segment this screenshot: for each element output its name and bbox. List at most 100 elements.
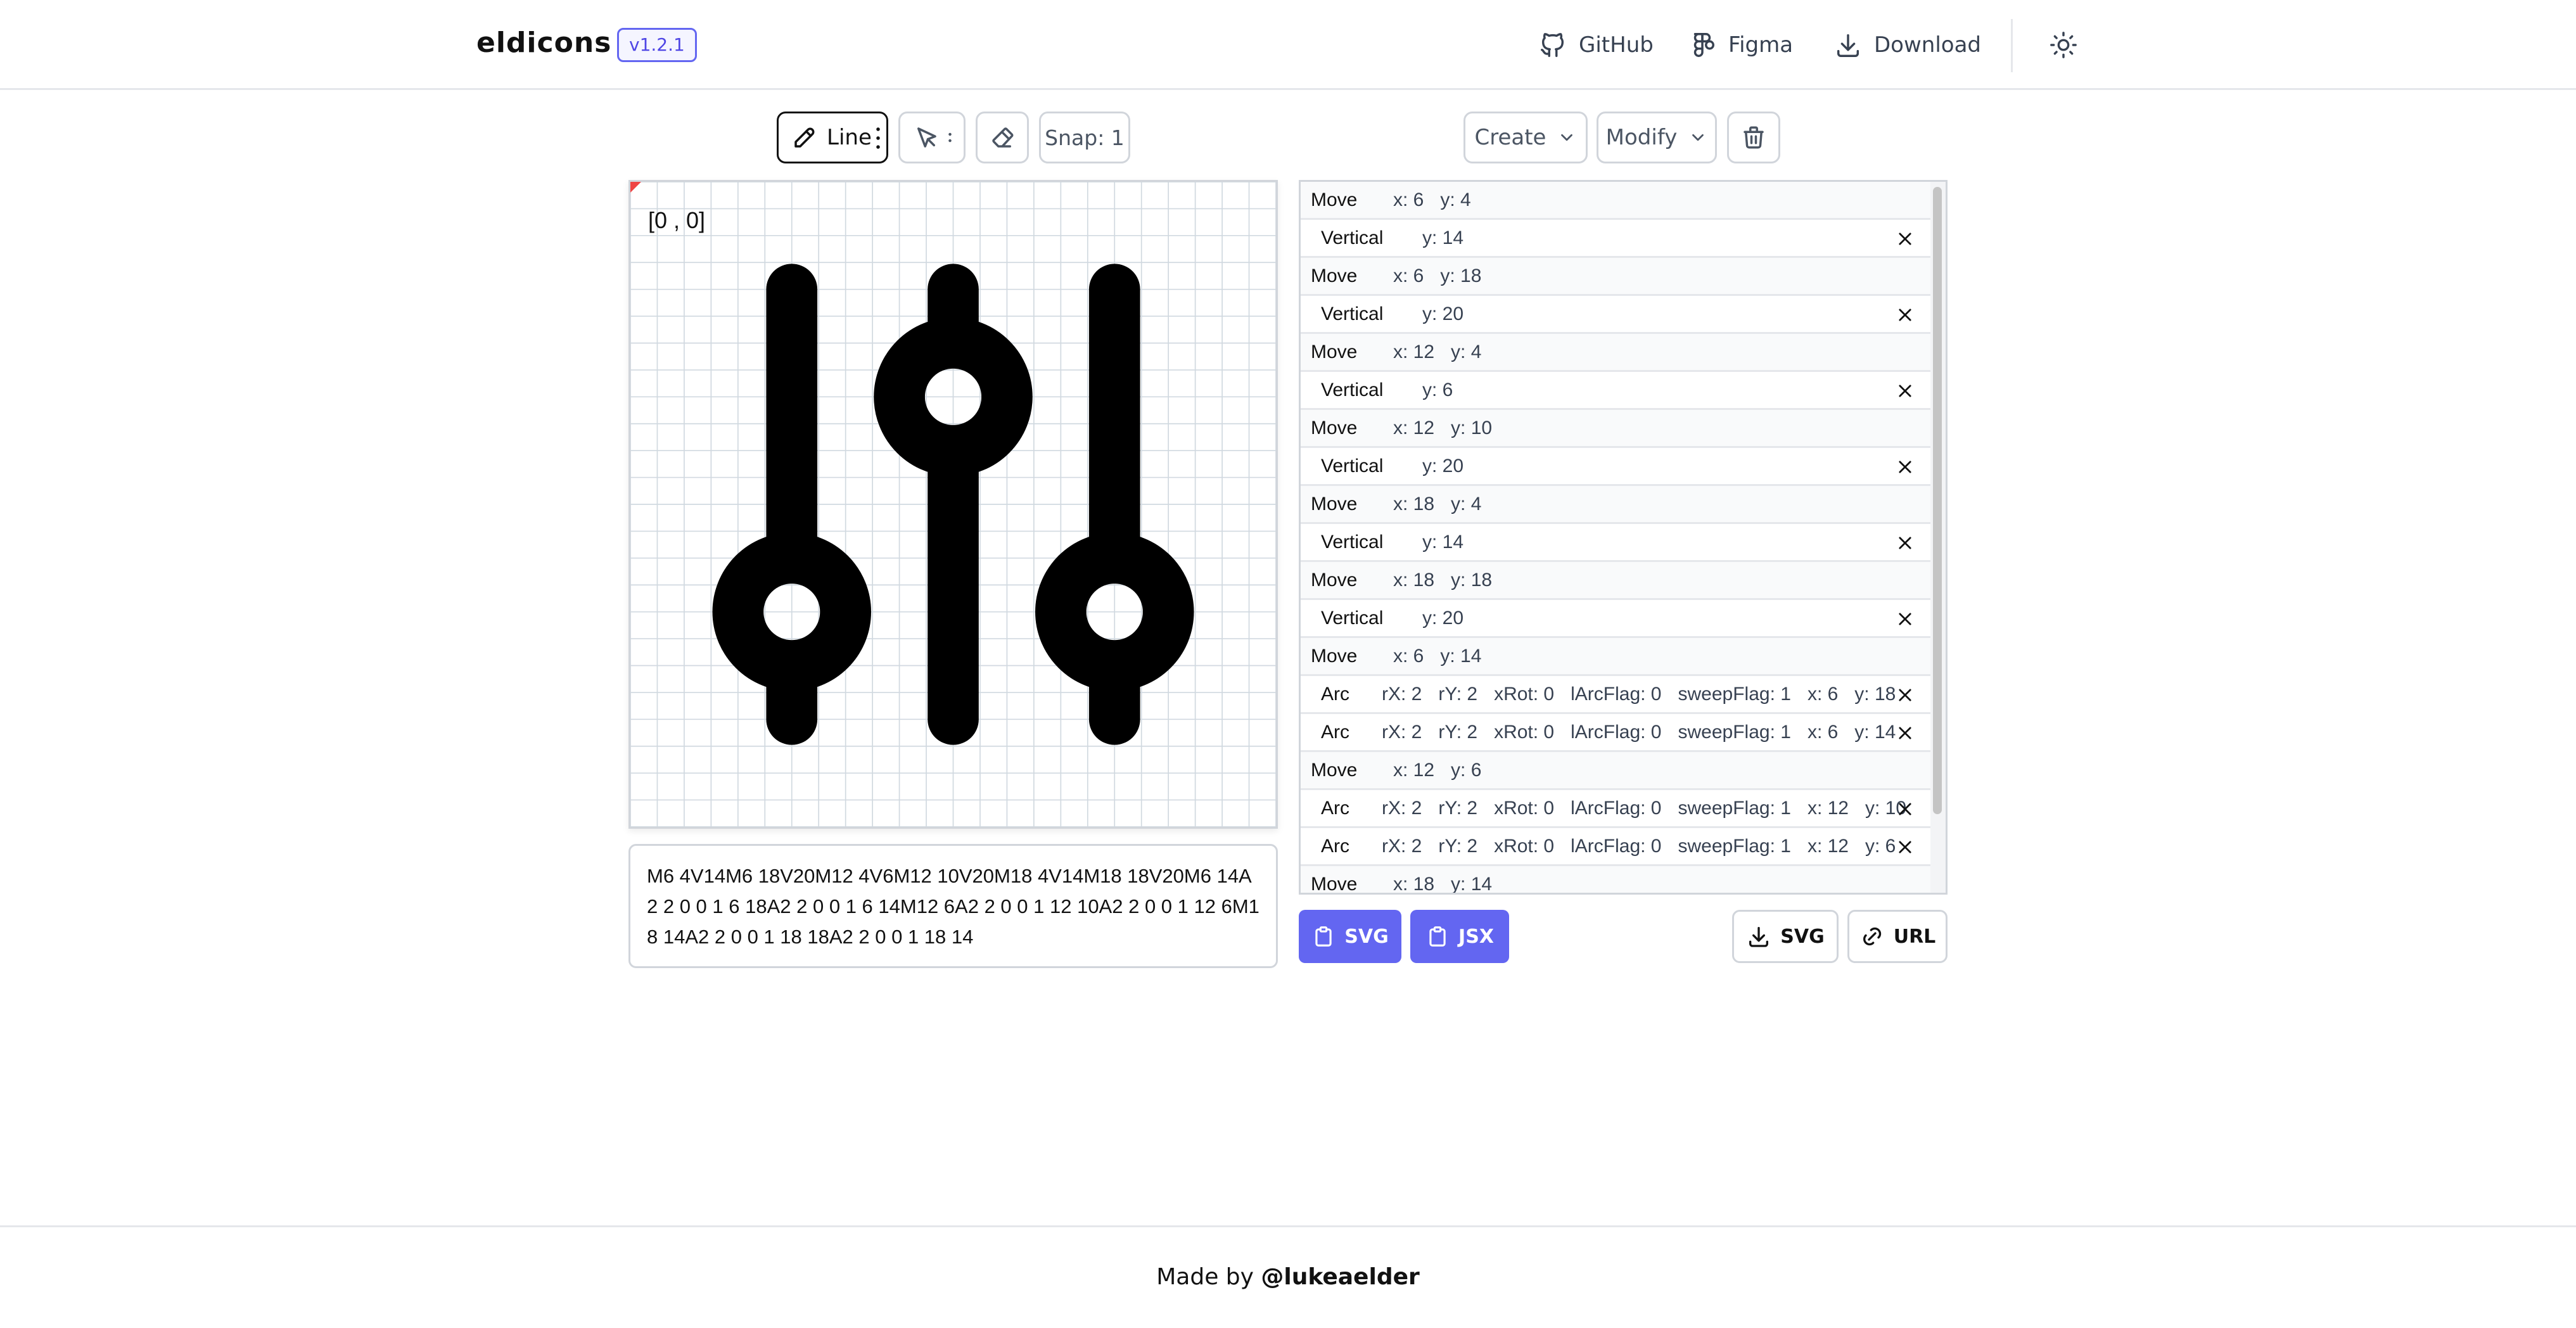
command-row-move[interactable]: Move x: 12 y: 10	[1301, 410, 1946, 448]
command-field[interactable]: y: 20	[1422, 456, 1463, 477]
command-field[interactable]: rX: 2	[1382, 722, 1422, 743]
command-field[interactable]: x: 12	[1393, 760, 1434, 781]
command-field[interactable]: y: 14	[1422, 227, 1463, 249]
app-logo[interactable]: eldicons	[476, 27, 611, 59]
command-field[interactable]: rX: 2	[1382, 836, 1422, 857]
select-tool-menu-dots[interactable]	[948, 131, 952, 144]
download-svg-button[interactable]: SVG	[1732, 910, 1839, 963]
line-tool-button[interactable]: Line	[777, 112, 888, 163]
command-row-move[interactable]: Move x: 12 y: 4	[1301, 334, 1946, 372]
command-row-move[interactable]: Move x: 18 y: 14	[1301, 866, 1946, 893]
copy-svg-button[interactable]: SVG	[1299, 910, 1401, 963]
command-row-move[interactable]: Move x: 6 y: 14	[1301, 638, 1946, 676]
command-row-move[interactable]: Move x: 6 y: 4	[1301, 182, 1946, 220]
command-row-move[interactable]: Move x: 18 y: 4	[1301, 486, 1946, 524]
command-row-vertical[interactable]: Vertical y: 20	[1301, 600, 1946, 638]
command-field[interactable]: y: 14	[1422, 532, 1463, 553]
eraser-tool-button[interactable]	[976, 112, 1029, 163]
delete-command-button[interactable]	[1892, 454, 1918, 480]
command-field[interactable]: x: 18	[1393, 570, 1434, 591]
command-row-vertical[interactable]: Vertical y: 20	[1301, 296, 1946, 334]
delete-command-button[interactable]	[1892, 378, 1918, 404]
command-field[interactable]: sweepFlag: 1	[1678, 836, 1791, 857]
command-field[interactable]: sweepFlag: 1	[1678, 722, 1791, 743]
delete-command-button[interactable]	[1892, 720, 1918, 746]
command-field[interactable]: x: 18	[1393, 494, 1434, 515]
author-link[interactable]: @lukeaelder	[1261, 1264, 1419, 1290]
command-field[interactable]: y: 6	[1451, 760, 1481, 781]
command-list-scrollbar[interactable]	[1930, 182, 1946, 893]
copy-jsx-button[interactable]: JSX	[1410, 910, 1509, 963]
command-field[interactable]: x: 6	[1393, 265, 1424, 287]
command-field[interactable]: x: 12	[1808, 798, 1849, 819]
command-field[interactable]: rY: 2	[1438, 722, 1477, 743]
command-field[interactable]: rY: 2	[1438, 798, 1477, 819]
command-field[interactable]: y: 20	[1422, 303, 1463, 325]
github-link[interactable]: GitHub	[1538, 28, 1654, 62]
command-field[interactable]: xRot: 0	[1494, 836, 1554, 857]
command-field[interactable]: xRot: 0	[1494, 722, 1554, 743]
command-row-arc[interactable]: Arc rX: 2 rY: 2 xRot: 0 lArcFlag: 0 sweepFlag…	[1301, 790, 1946, 828]
command-field[interactable]: y: 6	[1865, 836, 1896, 857]
canvas-svg[interactable]	[630, 182, 1276, 827]
scrollbar-thumb[interactable]	[1933, 187, 1942, 814]
command-field[interactable]: x: 12	[1393, 418, 1434, 439]
delete-command-button[interactable]	[1892, 530, 1918, 556]
select-tool-button[interactable]	[898, 112, 966, 163]
path-text-input[interactable]: M6 4V14M6 18V20M12 4V6M12 10V20M18 4V14M…	[628, 844, 1278, 968]
command-field[interactable]: sweepFlag: 1	[1678, 798, 1791, 819]
command-row-move[interactable]: Move x: 18 y: 18	[1301, 562, 1946, 600]
command-field[interactable]: xRot: 0	[1494, 798, 1554, 819]
figma-link[interactable]: Figma	[1688, 28, 1793, 62]
command-field[interactable]: x: 6	[1808, 722, 1838, 743]
delete-command-button[interactable]	[1892, 796, 1918, 822]
command-field[interactable]: xRot: 0	[1494, 684, 1554, 705]
command-field[interactable]: x: 6	[1393, 646, 1424, 667]
command-row-move[interactable]: Move x: 12 y: 6	[1301, 752, 1946, 790]
command-field[interactable]: rY: 2	[1438, 836, 1477, 857]
command-field[interactable]: x: 6	[1393, 189, 1424, 211]
command-field[interactable]: lArcFlag: 0	[1571, 836, 1661, 857]
delete-command-button[interactable]	[1892, 302, 1918, 328]
command-row-arc[interactable]: Arc rX: 2 rY: 2 xRot: 0 lArcFlag: 0 sweepFlag…	[1301, 676, 1946, 714]
command-field[interactable]: x: 12	[1393, 342, 1434, 363]
delete-command-button[interactable]	[1892, 226, 1918, 252]
download-link[interactable]: Download	[1833, 28, 1981, 62]
command-field[interactable]: y: 18	[1451, 570, 1492, 591]
command-row-vertical[interactable]: Vertical y: 20	[1301, 448, 1946, 486]
command-field[interactable]: lArcFlag: 0	[1571, 722, 1661, 743]
command-field[interactable]: rY: 2	[1438, 684, 1477, 705]
command-field[interactable]: x: 6	[1808, 684, 1838, 705]
command-field[interactable]: y: 4	[1451, 342, 1481, 363]
command-field[interactable]: y: 14	[1854, 722, 1896, 743]
line-tool-menu-dots[interactable]	[876, 125, 880, 153]
command-field[interactable]: lArcFlag: 0	[1571, 798, 1661, 819]
command-field[interactable]: rX: 2	[1382, 684, 1422, 705]
delete-command-button[interactable]	[1892, 606, 1918, 632]
command-field[interactable]: y: 10	[1451, 418, 1492, 439]
command-row-arc[interactable]: Arc rX: 2 rY: 2 xRot: 0 lArcFlag: 0 sweepFlag…	[1301, 828, 1946, 866]
command-list[interactable]: Move x: 6 y: 4 Vertical y: 14 Move x: 6 y: 18 Ve…	[1299, 180, 1948, 895]
delete-command-button[interactable]	[1892, 834, 1918, 860]
command-row-vertical[interactable]: Vertical y: 14	[1301, 524, 1946, 562]
copy-url-button[interactable]: URL	[1847, 910, 1948, 963]
command-field[interactable]: rX: 2	[1382, 798, 1422, 819]
command-field[interactable]: y: 4	[1451, 494, 1481, 515]
snap-button[interactable]: Snap: 1	[1039, 112, 1130, 163]
command-row-vertical[interactable]: Vertical y: 6	[1301, 372, 1946, 410]
drawing-canvas[interactable]: [0 , 0]	[628, 180, 1278, 829]
modify-dropdown[interactable]: Modify	[1597, 112, 1717, 163]
command-field[interactable]: y: 4	[1440, 189, 1470, 211]
command-field[interactable]: y: 6	[1422, 380, 1453, 401]
create-dropdown[interactable]: Create	[1463, 112, 1588, 163]
command-field[interactable]: x: 12	[1808, 836, 1849, 857]
command-field[interactable]: y: 14	[1440, 646, 1481, 667]
command-row-move[interactable]: Move x: 6 y: 18	[1301, 258, 1946, 296]
delete-command-button[interactable]	[1892, 682, 1918, 708]
clear-button[interactable]	[1727, 112, 1780, 163]
command-field[interactable]: sweepFlag: 1	[1678, 684, 1791, 705]
command-field[interactable]: y: 18	[1440, 265, 1481, 287]
command-field[interactable]: y: 20	[1422, 608, 1463, 629]
command-row-arc[interactable]: Arc rX: 2 rY: 2 xRot: 0 lArcFlag: 0 sweepFlag…	[1301, 714, 1946, 752]
command-field[interactable]: lArcFlag: 0	[1571, 684, 1661, 705]
